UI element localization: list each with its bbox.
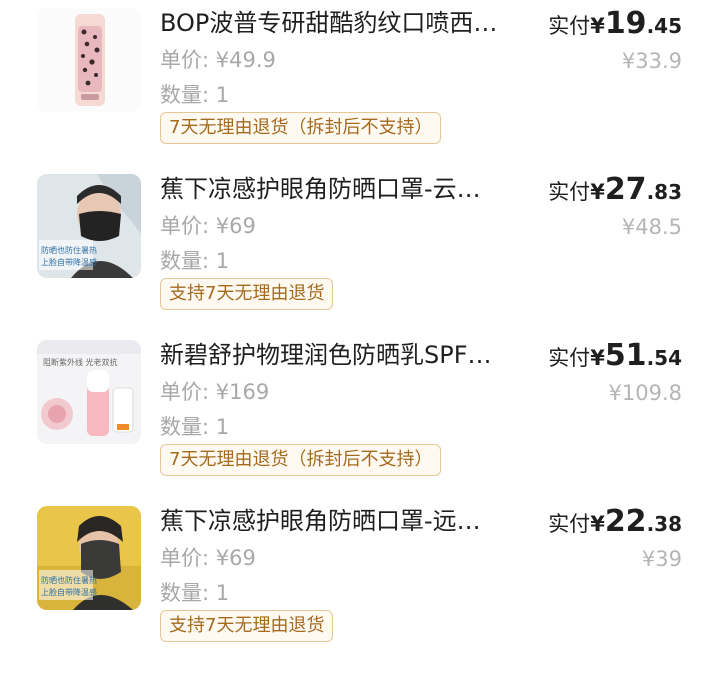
paid-currency: ¥ [590, 512, 605, 536]
original-price: ¥109.8 [608, 381, 682, 405]
list-item[interactable]: 防晒也防住暑热 上脸自带降温感 蕉下凉感护眼角防晒口罩-远… 单价: ¥69 数… [0, 498, 720, 664]
quantity: 数量: 1 [160, 415, 230, 439]
unit-price: 单价: ¥169 [160, 380, 270, 404]
paid-integer: 27 [604, 172, 647, 207]
thumb-caption-2: 上脸自带降温感 [41, 587, 97, 597]
paid-decimal: .45 [646, 14, 682, 38]
original-price: ¥48.5 [621, 215, 682, 239]
list-item[interactable]: BOP波普专研甜酷豹纹口喷西… 单价: ¥49.9 数量: 1 7天无理由退货（… [0, 0, 720, 166]
product-title[interactable]: 蕉下凉感护眼角防晒口罩-云… [160, 172, 530, 206]
paid-label: 实付 [548, 512, 591, 536]
paid-price: 实付¥27.83 [548, 172, 682, 207]
quantity: 数量: 1 [160, 83, 230, 107]
paid-integer: 19 [604, 6, 647, 41]
return-policy-badge: 支持7天无理由退货 [160, 278, 334, 310]
product-image[interactable]: 防晒也防住暑热 上脸自带降温感 [37, 506, 141, 610]
thumb-caption-2: 上脸自带降温感 [41, 257, 97, 267]
paid-label: 实付 [548, 346, 591, 370]
paid-decimal: .83 [646, 180, 682, 204]
paid-label: 实付 [548, 14, 591, 38]
paid-currency: ¥ [590, 346, 605, 370]
paid-integer: 22 [604, 504, 647, 539]
original-price: ¥39 [641, 547, 682, 571]
unit-price: 单价: ¥69 [160, 214, 256, 238]
paid-integer: 51 [604, 338, 647, 373]
thumb-caption-1: 防晒也防住暑热 [41, 575, 97, 585]
return-policy-badge: 7天无理由退货（拆封后不支持） [160, 112, 442, 144]
paid-decimal: .54 [646, 346, 682, 370]
product-title[interactable]: 蕉下凉感护眼角防晒口罩-远… [160, 504, 530, 538]
original-price: ¥33.9 [621, 49, 682, 73]
product-image[interactable]: 防晒也防住暑热 上脸自带降温感 [37, 174, 141, 278]
product-image[interactable]: 阻断紫外线 光老双抗 [37, 340, 141, 444]
paid-currency: ¥ [590, 180, 605, 204]
unit-price: 单价: ¥69 [160, 546, 256, 570]
paid-label: 实付 [548, 180, 591, 204]
product-title[interactable]: 新碧舒护物理润色防晒乳SPF… [160, 338, 530, 372]
paid-price: 实付¥19.45 [548, 6, 682, 41]
thumb-caption: 阻断紫外线 光老双抗 [43, 357, 118, 367]
thumb-caption-1: 防晒也防住暑热 [41, 245, 97, 255]
quantity: 数量: 1 [160, 249, 230, 273]
product-image[interactable] [37, 8, 141, 112]
paid-decimal: .38 [646, 512, 682, 536]
list-item[interactable]: 阻断紫外线 光老双抗 新碧舒护物理润色防晒乳SPF… 单价: ¥169 数量: … [0, 332, 720, 498]
return-policy-badge: 支持7天无理由退货 [160, 610, 334, 642]
return-policy-badge: 7天无理由退货（拆封后不支持） [160, 444, 442, 476]
product-title[interactable]: BOP波普专研甜酷豹纹口喷西… [160, 6, 530, 40]
paid-price: 实付¥22.38 [548, 504, 682, 539]
paid-price: 实付¥51.54 [548, 338, 682, 373]
order-item-list: BOP波普专研甜酷豹纹口喷西… 单价: ¥49.9 数量: 1 7天无理由退货（… [0, 0, 720, 675]
quantity: 数量: 1 [160, 581, 230, 605]
unit-price: 单价: ¥49.9 [160, 48, 276, 72]
paid-currency: ¥ [590, 14, 605, 38]
list-item[interactable]: 防晒也防住暑热 上脸自带降温感 蕉下凉感护眼角防晒口罩-云… 单价: ¥69 数… [0, 166, 720, 332]
